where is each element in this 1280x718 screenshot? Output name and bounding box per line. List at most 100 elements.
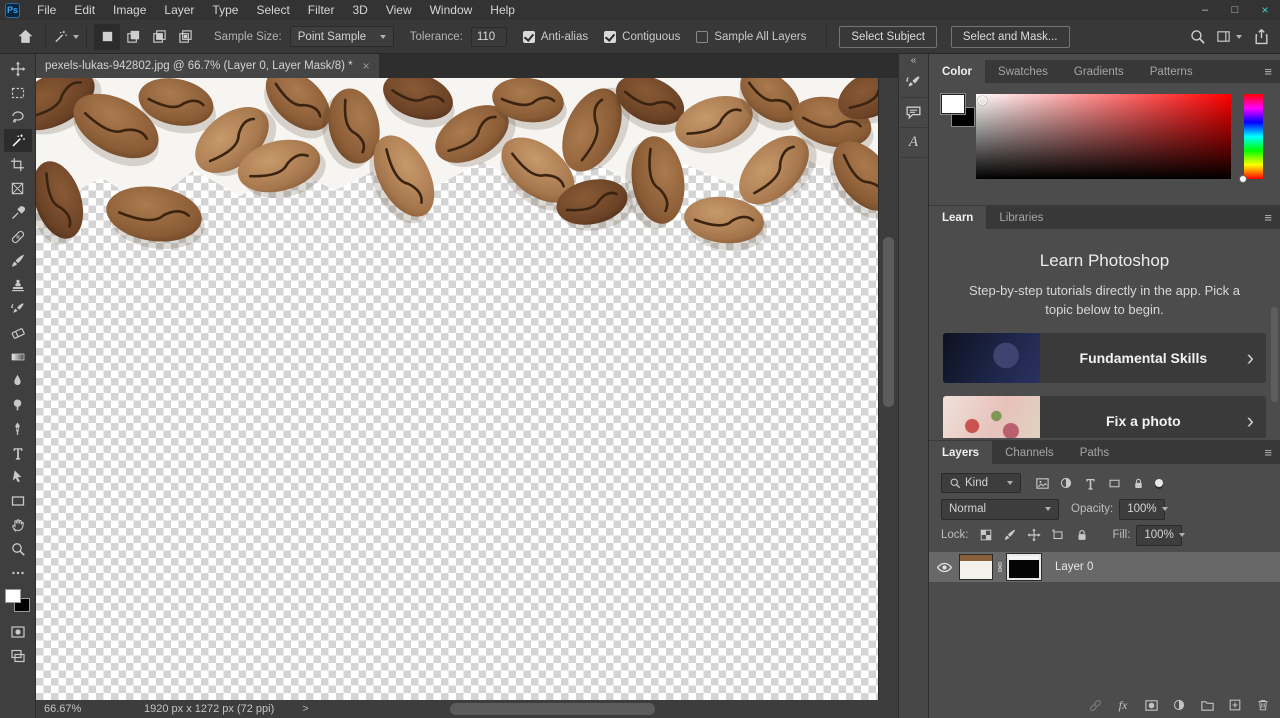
horizontal-scrollbar-thumb[interactable]: [450, 703, 655, 715]
zoom-tool[interactable]: [4, 537, 32, 560]
filter-kind-dropdown[interactable]: Kind: [941, 473, 1021, 493]
delete-layer-icon[interactable]: [1254, 696, 1272, 714]
contiguous-checkbox[interactable]: Contiguous: [604, 31, 680, 43]
eraser-tool[interactable]: [4, 321, 32, 344]
layer-mask-link-icon[interactable]: [993, 560, 1007, 574]
layer-thumbnail[interactable]: [959, 554, 993, 580]
collapse-panels-icon[interactable]: «: [911, 54, 917, 68]
tolerance-input[interactable]: 110: [471, 27, 507, 47]
tab-channels[interactable]: Channels: [992, 441, 1067, 464]
brush-tool[interactable]: [4, 249, 32, 272]
lock-all-icon[interactable]: [1071, 525, 1093, 545]
gradient-tool[interactable]: [4, 345, 32, 368]
filter-pixel-layers-icon[interactable]: [1031, 473, 1053, 493]
subtract-selection-mode-button[interactable]: [146, 24, 172, 50]
menu-image[interactable]: Image: [104, 0, 155, 20]
lock-artboard-icon[interactable]: [1047, 525, 1069, 545]
move-tool[interactable]: [4, 57, 32, 80]
new-layer-icon[interactable]: [1226, 696, 1244, 714]
lasso-tool[interactable]: [4, 105, 32, 128]
layer-mask-thumbnail[interactable]: [1007, 554, 1041, 580]
filter-adjustment-layers-icon[interactable]: [1055, 473, 1077, 493]
home-button[interactable]: [12, 24, 38, 50]
menu-edit[interactable]: Edit: [65, 0, 104, 20]
comments-panel-icon[interactable]: [901, 98, 927, 128]
quick-mask-button[interactable]: [4, 620, 32, 643]
frame-tool[interactable]: [4, 177, 32, 200]
sample-all-layers-checkbox[interactable]: Sample All Layers: [696, 31, 806, 43]
color-fg-bg-swatches[interactable]: [941, 94, 977, 134]
history-brush-tool[interactable]: [4, 297, 32, 320]
menu-file[interactable]: File: [28, 0, 65, 20]
maximize-button[interactable]: □: [1220, 0, 1250, 20]
zoom-level[interactable]: 66.67%: [44, 703, 124, 715]
fill-dropdown[interactable]: 100%: [1136, 525, 1182, 546]
panel-menu-icon[interactable]: ≡: [1264, 446, 1272, 459]
filter-smart-objects-icon[interactable]: [1127, 473, 1149, 493]
vertical-scrollbar-thumb[interactable]: [883, 237, 894, 407]
tab-paths[interactable]: Paths: [1067, 441, 1122, 464]
workspace-switcher-button[interactable]: [1216, 24, 1242, 50]
menu-filter[interactable]: Filter: [299, 0, 344, 20]
saturation-brightness-field[interactable]: [976, 94, 1231, 179]
edit-toolbar-button[interactable]: [4, 561, 32, 584]
search-icon[interactable]: [1184, 24, 1210, 50]
menu-layer[interactable]: Layer: [155, 0, 203, 20]
tab-layers[interactable]: Layers: [929, 441, 992, 464]
hand-tool[interactable]: [4, 513, 32, 536]
learn-card-fix-a-photo[interactable]: Fix a photo ›: [943, 396, 1266, 438]
minimize-button[interactable]: –: [1190, 0, 1220, 20]
vertical-scrollbar[interactable]: [878, 78, 898, 700]
eyedropper-tool[interactable]: [4, 201, 32, 224]
tab-learn[interactable]: Learn: [929, 206, 986, 229]
layer-row-layer-0[interactable]: Layer 0: [929, 552, 1280, 582]
menu-window[interactable]: Window: [421, 0, 482, 20]
new-selection-mode-button[interactable]: [94, 24, 120, 50]
screen-mode-button[interactable]: [4, 644, 32, 667]
filter-shape-layers-icon[interactable]: [1103, 473, 1125, 493]
lock-position-icon[interactable]: [1023, 525, 1045, 545]
blend-mode-dropdown[interactable]: Normal: [941, 499, 1059, 520]
marquee-tool[interactable]: [4, 81, 32, 104]
tab-swatches[interactable]: Swatches: [985, 60, 1061, 83]
hue-slider[interactable]: [1244, 94, 1263, 179]
blur-tool[interactable]: [4, 369, 32, 392]
magic-wand-tool[interactable]: [4, 129, 32, 152]
layer-filter-toggle[interactable]: [1155, 479, 1163, 487]
foreground-color-swatch[interactable]: [941, 94, 965, 114]
learn-scrollbar[interactable]: [1271, 237, 1278, 427]
close-tab-icon[interactable]: ×: [363, 59, 370, 73]
anti-alias-checkbox[interactable]: Anti-alias: [523, 31, 588, 43]
share-button[interactable]: [1248, 24, 1274, 50]
opacity-dropdown[interactable]: 100%: [1119, 499, 1165, 520]
dodge-tool[interactable]: [4, 393, 32, 416]
sample-size-dropdown[interactable]: Point Sample: [290, 26, 394, 47]
clone-stamp-tool[interactable]: [4, 273, 32, 296]
tab-patterns[interactable]: Patterns: [1137, 60, 1206, 83]
menu-view[interactable]: View: [377, 0, 421, 20]
menu-select[interactable]: Select: [247, 0, 298, 20]
color-field-picker[interactable]: [978, 96, 987, 105]
add-selection-mode-button[interactable]: [120, 24, 146, 50]
tab-libraries[interactable]: Libraries: [986, 206, 1056, 229]
foreground-background-swatches[interactable]: [5, 589, 31, 615]
menu-help[interactable]: Help: [481, 0, 524, 20]
new-group-icon[interactable]: [1198, 696, 1216, 714]
close-button[interactable]: ×: [1250, 0, 1280, 20]
add-layer-mask-icon[interactable]: [1142, 696, 1160, 714]
crop-tool[interactable]: [4, 153, 32, 176]
history-panel-icon[interactable]: [901, 68, 927, 98]
magic-wand-tool-preset[interactable]: [53, 24, 79, 50]
status-menu-chevron[interactable]: >: [302, 703, 308, 715]
healing-brush-tool[interactable]: [4, 225, 32, 248]
lock-transparent-pixels-icon[interactable]: [975, 525, 997, 545]
path-selection-tool[interactable]: [4, 465, 32, 488]
learn-card-fundamental-skills[interactable]: Fundamental Skills ›: [943, 333, 1266, 383]
lock-image-pixels-icon[interactable]: [999, 525, 1021, 545]
hue-slider-picker[interactable]: [1239, 175, 1247, 183]
filter-type-layers-icon[interactable]: [1079, 473, 1101, 493]
menu-type[interactable]: Type: [203, 0, 247, 20]
menu-3d[interactable]: 3D: [343, 0, 376, 20]
panel-menu-icon[interactable]: ≡: [1264, 65, 1272, 78]
select-and-mask-button[interactable]: Select and Mask...: [951, 26, 1070, 48]
